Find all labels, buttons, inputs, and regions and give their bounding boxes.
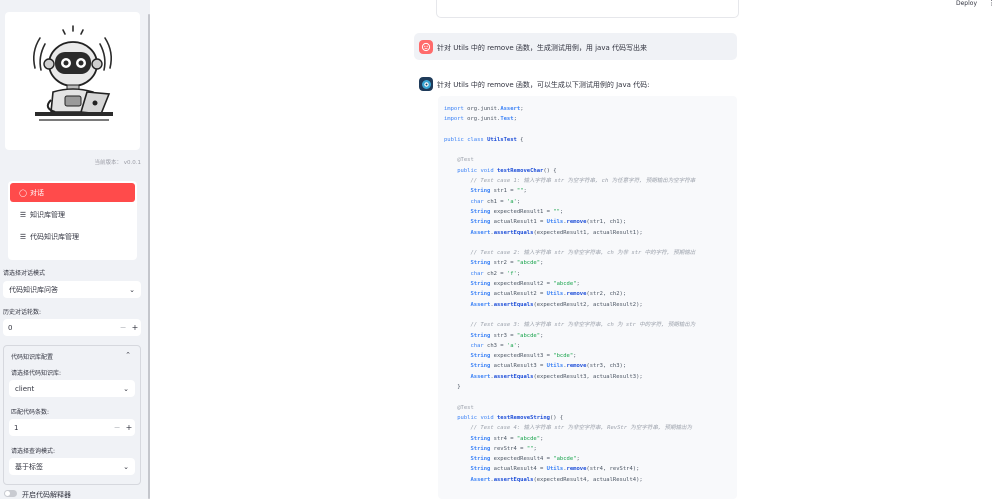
- nav-menu: ◯ 对话 ☰ 知识库管理 ☰ 代码知识库管理: [8, 181, 137, 260]
- query-mode-value: 基于标签: [15, 462, 43, 471]
- mode-label: 请选择对话模式: [3, 270, 46, 277]
- code-block: import org.junit.Assert; import org.juni…: [438, 96, 737, 499]
- decrement-button[interactable]: −: [111, 423, 123, 432]
- mode-select-value: 代码知识库问答: [9, 285, 58, 294]
- chevron-down-icon: ⌄: [123, 384, 129, 393]
- code-kb-config-expander: 代码知识库配置 ⌃ 请选择代码知识库: client ⌄ 匹配代码条数: 1 −…: [3, 345, 141, 485]
- list-icon: ☰: [19, 210, 27, 219]
- nav-item-label: 知识库管理: [30, 210, 65, 219]
- previous-message-card: [436, 0, 739, 18]
- increment-button[interactable]: +: [129, 323, 141, 332]
- nav-item-label: 代码知识库管理: [30, 232, 79, 241]
- mode-select[interactable]: 代码知识库问答 ⌄: [3, 281, 141, 298]
- robot-illustration: [33, 25, 113, 121]
- increment-button[interactable]: +: [123, 423, 135, 432]
- history-label: 历史对话轮数:: [3, 309, 42, 316]
- query-mode-label: 请选择查询模式:: [11, 448, 56, 455]
- match-count-value: 1: [14, 423, 19, 432]
- code-interpreter-toggle[interactable]: [4, 490, 17, 497]
- query-mode-select[interactable]: 基于标签 ⌄: [9, 458, 135, 475]
- version-label: 当前版本： v0.0.1: [94, 160, 142, 166]
- nav-item-chat[interactable]: ◯ 对话: [10, 183, 135, 202]
- robot-logo: [5, 12, 140, 150]
- user-message: 针对 Utils 中的 remove 函数，生成测试用例，用 java 代码写出…: [414, 33, 737, 60]
- history-input[interactable]: 0 − +: [3, 319, 141, 336]
- sidebar: 当前版本： v0.0.1 ◯ 对话 ☰ 知识库管理 ☰ 代码知识库管理 请选择对…: [0, 0, 150, 499]
- sidebar-scrollbar[interactable]: [148, 14, 150, 499]
- assistant-intro-text: 针对 Utils 中的 remove 函数，可以生成以下测试用例的 Java 代…: [437, 81, 650, 89]
- nav-item-code-knowledge-base[interactable]: ☰ 代码知识库管理: [10, 227, 135, 246]
- code-content: import org.junit.Assert; import org.juni…: [444, 106, 696, 483]
- chat-bubble-icon: ◯: [19, 188, 27, 197]
- face-icon: [421, 42, 431, 52]
- code-interpreter-label: 开启代码解释器: [22, 491, 71, 499]
- decrement-button[interactable]: −: [117, 323, 129, 332]
- match-count-input[interactable]: 1 − +: [9, 419, 135, 436]
- match-count-label: 匹配代码条数:: [11, 409, 50, 416]
- kb-select[interactable]: client ⌄: [9, 380, 135, 397]
- nav-item-label: 对话: [30, 188, 44, 197]
- bot-icon: [421, 79, 431, 89]
- chevron-up-icon[interactable]: ⌃: [125, 351, 131, 359]
- kb-label: 请选择代码知识库:: [11, 370, 62, 377]
- user-avatar-icon: [419, 40, 433, 54]
- chevron-down-icon: ⌄: [123, 462, 129, 471]
- user-message-text: 针对 Utils 中的 remove 函数，生成测试用例，用 java 代码写出…: [437, 44, 648, 52]
- expander-title[interactable]: 代码知识库配置: [11, 352, 53, 361]
- kb-select-value: client: [15, 384, 35, 393]
- deploy-button[interactable]: Deploy: [956, 0, 977, 7]
- chevron-down-icon: ⌄: [129, 285, 135, 294]
- history-value: 0: [8, 323, 13, 332]
- main-menu-icon[interactable]: ⋮: [988, 0, 995, 7]
- list-icon: ☰: [19, 232, 27, 241]
- assistant-avatar-icon: [419, 77, 433, 91]
- nav-item-knowledge-base[interactable]: ☰ 知识库管理: [10, 205, 135, 224]
